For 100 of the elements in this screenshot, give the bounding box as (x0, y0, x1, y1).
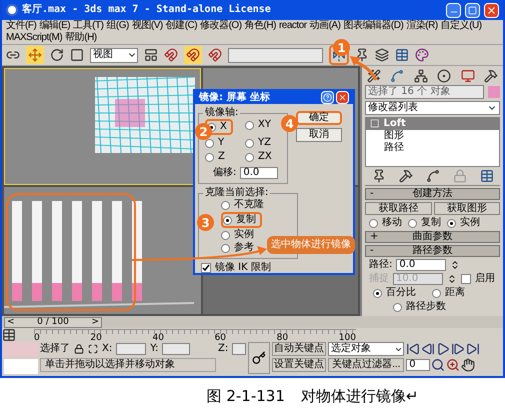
y-label: Y: (150, 343, 158, 355)
stack-subitem[interactable]: 图形 (366, 130, 499, 142)
ok-button[interactable]: 确定 (296, 111, 342, 125)
rollout-header[interactable]: + 曲面参数 (365, 231, 500, 243)
spinner-icon[interactable] (447, 274, 457, 284)
tick-label: 60 (214, 334, 226, 342)
menu-item[interactable]: 自定义(U) (440, 21, 482, 31)
radio-button[interactable]: 百分比 (373, 287, 416, 299)
cancel-button[interactable]: 取消 (296, 128, 342, 142)
enable-checkbox[interactable]: 启用 (461, 273, 495, 285)
menu-item[interactable]: MAXScript(M) (6, 33, 62, 43)
next-frame-icon[interactable] (451, 342, 466, 356)
menu-item[interactable]: 创建(C) (166, 21, 198, 31)
go-to-end-icon[interactable] (466, 342, 480, 356)
selection-field[interactable]: 选择了 16 个 对象 (365, 85, 484, 99)
radio-button[interactable]: 移动 (369, 217, 402, 229)
z-field[interactable] (232, 343, 246, 355)
stack-subitem[interactable]: 路径 (366, 142, 499, 154)
radio-button[interactable]: 路径步数 (369, 301, 496, 313)
hierarchy-tab-icon[interactable] (414, 69, 428, 83)
zoom-icon[interactable] (431, 358, 446, 372)
time-slider-thumb[interactable]: < 0 / 100 > (4, 316, 102, 328)
frame-field[interactable]: 0 (406, 359, 430, 371)
pan-icon[interactable] (461, 358, 476, 372)
radio-button[interactable]: ZX (245, 151, 281, 163)
rotate-icon[interactable] (50, 48, 64, 62)
path-label: 路径: (369, 259, 392, 271)
radio-button[interactable]: YZ (245, 137, 281, 149)
radio-button[interactable]: 复制 (408, 217, 441, 229)
radio-button[interactable]: 实例 (221, 229, 254, 241)
figure-caption: 对物体进行镜像↵ (300, 390, 418, 402)
track-ruler[interactable]: 0 20 40 60 80 100 (34, 328, 356, 342)
zoom-all-icon[interactable] (446, 358, 460, 372)
key-filters-button[interactable]: 关键点过滤器... (328, 358, 404, 372)
color-swatch[interactable] (488, 86, 500, 98)
pin-stack-icon[interactable] (372, 169, 386, 183)
key-button[interactable] (248, 342, 270, 374)
close-icon (338, 93, 347, 102)
auto-key-button[interactable]: 自动关键点 (272, 342, 326, 356)
offset-field[interactable]: 0.0 (240, 167, 278, 179)
menu-item[interactable]: 角色(H) (244, 21, 276, 31)
stack-item[interactable]: □ Loft (366, 118, 499, 130)
radio-button[interactable]: 距离 (432, 287, 465, 299)
close-button[interactable] (336, 91, 349, 104)
x-field[interactable] (116, 343, 146, 355)
set-key-button[interactable]: 设置关键点 (272, 358, 326, 372)
rollout-header[interactable]: - 创建方法 (365, 188, 500, 200)
rollout-button[interactable]: 获取图形 (434, 202, 500, 215)
move-icon[interactable] (28, 48, 42, 62)
maximize-icon (468, 6, 477, 14)
rollout-button[interactable]: 获取路径 (365, 202, 432, 215)
menu-item[interactable]: 文件(F) (6, 21, 36, 31)
previous-frame-icon[interactable] (421, 342, 436, 356)
menu-item[interactable]: 视图(V) (132, 21, 163, 31)
go-to-start-icon[interactable] (406, 342, 420, 356)
menu-item[interactable]: 帮助(H) (65, 33, 97, 43)
help-icon (323, 93, 332, 102)
x-label: X: (102, 343, 112, 355)
help-button[interactable] (321, 91, 334, 104)
maximize-button[interactable] (465, 2, 480, 18)
tick-label: 20 (90, 334, 102, 342)
radio-button[interactable]: Z (205, 151, 245, 163)
scale-icon[interactable] (70, 48, 84, 62)
modifier-list-dropdown[interactable]: 修改器列表 (365, 101, 500, 115)
minimize-button[interactable] (446, 2, 461, 18)
close-button[interactable] (484, 2, 499, 18)
spinner-icon[interactable] (450, 260, 460, 270)
radio-button[interactable]: 不克隆 (221, 199, 264, 211)
menu-item[interactable]: 组(G) (106, 21, 129, 31)
magnet-icon[interactable] (164, 48, 178, 62)
color-swatch[interactable] (4, 342, 38, 357)
angle-snap-icon[interactable] (186, 48, 200, 62)
material-icon[interactable] (415, 48, 429, 62)
y-field[interactable] (162, 343, 190, 355)
play-icon[interactable] (436, 342, 450, 356)
menu-item[interactable]: 动画(A) (310, 21, 340, 31)
view-dropdown[interactable]: 视图 (90, 48, 138, 62)
display-tab-icon[interactable] (460, 69, 475, 83)
utilities-tab-icon[interactable] (484, 69, 498, 83)
menu-item[interactable]: 编辑(E) (39, 21, 70, 31)
lock-icon[interactable] (74, 344, 84, 354)
radio-button[interactable]: 参考 (221, 242, 254, 254)
menu-item[interactable]: 渲染(R) (406, 21, 438, 31)
ik-checkbox[interactable]: 镜像 IK 限制 (201, 262, 347, 274)
rollout-header[interactable]: - 路径参数 (365, 245, 500, 257)
menu-item[interactable]: 修改器(O) (200, 21, 242, 31)
radio-button[interactable]: 实例 (447, 217, 480, 229)
named-selection-field[interactable] (228, 48, 323, 62)
modify-tab-icon[interactable] (390, 69, 404, 83)
percent-snap-icon[interactable] (208, 48, 222, 62)
motion-tab-icon[interactable] (437, 69, 452, 83)
radio-button[interactable]: XY (245, 119, 281, 131)
menu-item[interactable]: 图表编辑器(D) (343, 21, 404, 31)
color-swatch[interactable] (4, 359, 38, 374)
menu-item[interactable]: reactor (278, 21, 307, 31)
create-tab-icon[interactable] (367, 69, 381, 83)
path-field[interactable]: 0.0 (396, 259, 446, 271)
key-mode-dropdown[interactable]: 选定对象 (328, 342, 404, 356)
menu-item[interactable]: 工具(T) (73, 21, 104, 31)
layers-icon[interactable] (375, 48, 389, 62)
